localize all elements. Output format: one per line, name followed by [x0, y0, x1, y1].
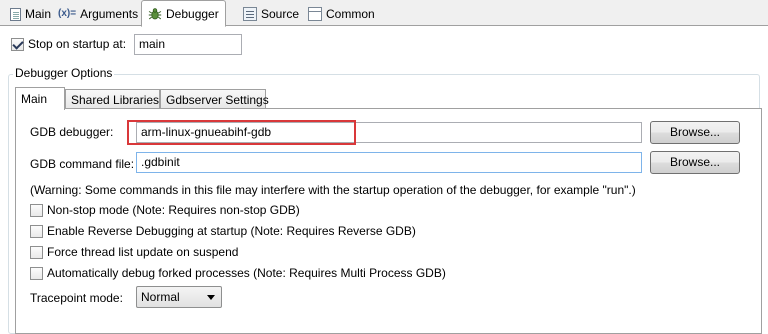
tracepoint-mode-label: Tracepoint mode:	[30, 291, 123, 305]
gdb-command-file-warning: (Warning: Some commands in this file may…	[30, 183, 636, 197]
arguments-icon: (x)=	[58, 8, 77, 19]
gdb-command-file-input[interactable]: .gdbinit	[136, 152, 642, 173]
gdb-command-file-label: GDB command file:	[30, 157, 135, 171]
reverse-debugging-checkbox[interactable]	[30, 224, 43, 238]
main-config-icon	[10, 7, 21, 21]
tab-options-main[interactable]: Main	[15, 87, 65, 110]
stop-on-startup-input[interactable]: main	[134, 34, 242, 55]
debugger-options-label: Debugger Options	[13, 66, 115, 80]
debugger-options-panel: GDB debugger: arm-linux-gnueabihf-gdb Br…	[15, 108, 762, 334]
debugger-tab-content: Stop on startup at: main Debugger Option…	[0, 26, 768, 334]
gdb-debugger-label: GDB debugger:	[30, 125, 114, 139]
debug-forked-processes-checkbox[interactable]	[30, 266, 43, 280]
tab-debugger-label: Debugger	[166, 6, 219, 21]
non-stop-mode-row: Non-stop mode (Note: Requires non-stop G…	[30, 203, 300, 217]
tab-common-label: Common	[326, 7, 375, 21]
tracepoint-mode-select[interactable]: Normal	[136, 286, 222, 308]
tab-source-label: Source	[261, 7, 300, 21]
debugger-icon	[148, 7, 162, 21]
tab-source[interactable]: Source	[237, 2, 305, 26]
tab-gdbserver-settings[interactable]: Gdbserver Settings	[160, 89, 269, 109]
common-icon	[308, 7, 322, 21]
stop-on-startup-checkbox[interactable]	[11, 37, 24, 51]
debug-forked-processes-row: Automatically debug forked processes (No…	[30, 266, 446, 280]
non-stop-mode-label: Non-stop mode (Note: Requires non-stop G…	[47, 203, 300, 217]
reverse-debugging-row: Enable Reverse Debugging at startup (Not…	[30, 224, 416, 238]
tab-common[interactable]: Common	[302, 2, 381, 26]
launch-config-tab-bar: Main (x)= Arguments Debugger Source Comm…	[0, 0, 768, 27]
tab-arguments-label: Arguments	[80, 7, 139, 21]
source-icon	[243, 7, 257, 21]
tracepoint-mode-value: Normal	[141, 290, 180, 304]
non-stop-mode-checkbox[interactable]	[30, 203, 43, 217]
gdb-debugger-browse-button[interactable]: Browse...	[650, 121, 740, 144]
force-thread-update-row: Force thread list update on suspend	[30, 245, 238, 259]
stop-on-startup-label: Stop on startup at:	[28, 37, 127, 51]
force-thread-update-label: Force thread list update on suspend	[47, 245, 239, 259]
tab-debugger[interactable]: Debugger	[141, 0, 226, 27]
tab-arguments[interactable]: (x)= Arguments	[52, 2, 144, 26]
debug-forked-processes-label: Automatically debug forked processes (No…	[47, 266, 446, 280]
force-thread-update-checkbox[interactable]	[30, 245, 43, 259]
tab-main-label: Main	[25, 7, 52, 21]
gdb-command-file-browse-button[interactable]: Browse...	[650, 151, 740, 174]
stop-on-startup-row: Stop on startup at:	[11, 37, 126, 51]
reverse-debugging-label: Enable Reverse Debugging at startup (Not…	[47, 224, 416, 238]
tab-shared-libraries[interactable]: Shared Libraries	[65, 89, 160, 109]
chevron-down-icon	[207, 295, 215, 300]
gdb-debugger-input[interactable]: arm-linux-gnueabihf-gdb	[136, 122, 642, 143]
tab-main[interactable]: Main	[4, 2, 57, 26]
